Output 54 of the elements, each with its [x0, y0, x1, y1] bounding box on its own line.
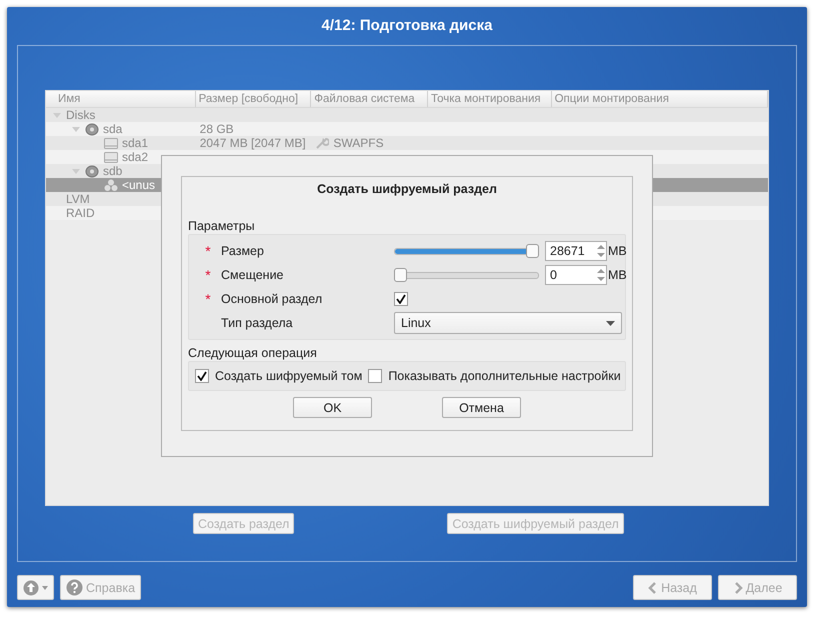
unit-label: MB [608, 268, 627, 282]
group-label: Следующая операция [188, 345, 318, 361]
tree-row[interactable]: Disks [46, 108, 768, 122]
help-icon [66, 579, 83, 596]
filesystem-text: SWAPFS [333, 136, 384, 150]
number-field[interactable]: 28671 [545, 241, 607, 261]
dialog-title: Создать шифруемый раздел [316, 181, 498, 196]
disk-icon [85, 122, 99, 136]
caret-icon [42, 586, 48, 590]
caret-icon [606, 320, 615, 326]
column-header[interactable]: Размер [свободно] [196, 91, 312, 107]
tree-row[interactable]: sda 28 GB [46, 122, 768, 136]
dialog-button[interactable]: OK [293, 397, 372, 418]
column-header[interactable]: Имя [46, 91, 196, 107]
tree-row[interactable]: sda1 2047 MB [2047 MB] SWAPFS [46, 136, 768, 150]
chevron-left-icon [648, 582, 658, 594]
tree-label: RAID [66, 206, 95, 220]
dropdown[interactable]: Linux [394, 312, 622, 334]
field-label: Тип раздела [221, 316, 294, 330]
slider[interactable] [394, 244, 539, 258]
tree-label: sdb [103, 164, 122, 178]
chevron-right-icon [732, 582, 743, 594]
tree-label: LVM [66, 192, 90, 206]
checkbox[interactable] [195, 369, 209, 383]
column-header[interactable]: Файловая система [311, 91, 428, 107]
spin-arrows-icon [596, 266, 606, 284]
column-header[interactable]: Опции монтирования [552, 91, 768, 107]
spin-arrows-icon [596, 242, 606, 260]
tree-label: <unus [122, 178, 156, 192]
tree-label: sda1 [122, 136, 148, 150]
number-field[interactable]: 0 [545, 265, 607, 285]
size-text: 2047 MB [2047 MB] [200, 136, 306, 150]
column-header[interactable]: Точка монтирования [428, 91, 552, 107]
group-label: Параметры [188, 218, 256, 234]
dialog-button[interactable]: Отмена [442, 397, 521, 418]
slider[interactable] [394, 268, 539, 282]
required-mark: * [204, 267, 212, 283]
tree-label: sda2 [122, 150, 148, 164]
required-mark: * [204, 243, 212, 259]
checkbox[interactable] [394, 292, 408, 306]
field-label: Смещение [221, 268, 285, 282]
expander-icon[interactable] [71, 124, 81, 134]
required-mark: * [204, 291, 212, 307]
checkbox[interactable] [368, 369, 382, 383]
checkbox-label: Показывать дополнительные настройки [388, 369, 621, 383]
unit-label: MB [608, 244, 627, 258]
field-label: Размер [221, 244, 265, 258]
checkbox-label: Создать шифруемый том [215, 369, 362, 383]
tree-label: Disks [66, 108, 96, 122]
size-text: 28 GB [200, 122, 234, 136]
drive-icon [104, 136, 118, 150]
window-title: 4/12: Подготовка диска [320, 16, 494, 36]
tree-label: sda [103, 122, 122, 136]
field-label: Основной раздел [221, 292, 324, 306]
